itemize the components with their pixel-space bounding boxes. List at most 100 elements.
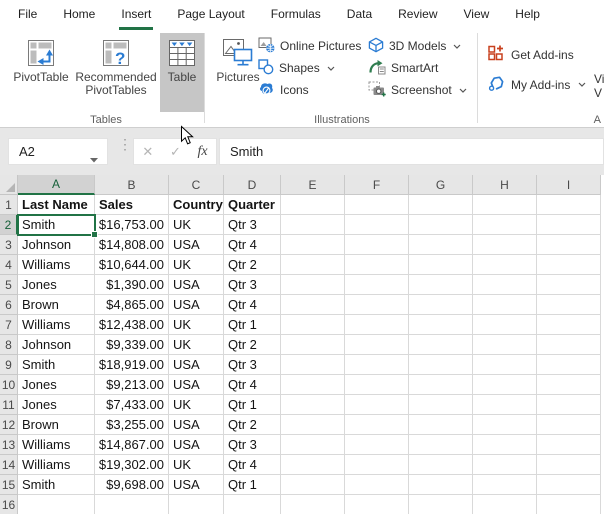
pictures-button[interactable]: Pictures [212, 33, 264, 112]
cell-D16[interactable] [224, 495, 281, 514]
cell-D9[interactable]: Qtr 3 [224, 355, 281, 375]
cell-D3[interactable]: Qtr 4 [224, 235, 281, 255]
cancel-icon[interactable]: ✕ [142, 144, 153, 160]
cell-G8[interactable] [409, 335, 473, 355]
row-header-13[interactable]: 13 [0, 435, 18, 455]
cell-E3[interactable] [281, 235, 345, 255]
cell-E14[interactable] [281, 455, 345, 475]
cell-C8[interactable]: UK [169, 335, 224, 355]
screenshot-button[interactable]: Screenshot [368, 80, 467, 100]
cell-I10[interactable] [537, 375, 601, 395]
cell-C10[interactable]: USA [169, 375, 224, 395]
cell-B7[interactable]: $12,438.00 [95, 315, 169, 335]
cell-B14[interactable]: $19,302.00 [95, 455, 169, 475]
recommended-pivottables-button[interactable]: ? Recommended PivotTables [72, 33, 160, 112]
tab-help[interactable]: Help [513, 0, 542, 30]
cell-H3[interactable] [473, 235, 537, 255]
cell-C5[interactable]: USA [169, 275, 224, 295]
cell-D14[interactable]: Qtr 4 [224, 455, 281, 475]
cell-I2[interactable] [537, 215, 601, 235]
cell-C4[interactable]: UK [169, 255, 224, 275]
cell-H15[interactable] [473, 475, 537, 495]
cell-I8[interactable] [537, 335, 601, 355]
cell-I3[interactable] [537, 235, 601, 255]
row-header-3[interactable]: 3 [0, 235, 18, 255]
column-header-C[interactable]: C [169, 175, 224, 195]
cell-D4[interactable]: Qtr 2 [224, 255, 281, 275]
cell-B9[interactable]: $18,919.00 [95, 355, 169, 375]
name-box[interactable]: A2 [8, 138, 108, 165]
cell-G12[interactable] [409, 415, 473, 435]
cell-D11[interactable]: Qtr 1 [224, 395, 281, 415]
row-header-11[interactable]: 11 [0, 395, 18, 415]
cell-A15[interactable]: Smith [18, 475, 95, 495]
cell-H2[interactable] [473, 215, 537, 235]
row-header-12[interactable]: 12 [0, 415, 18, 435]
cell-C15[interactable]: USA [169, 475, 224, 495]
cell-G11[interactable] [409, 395, 473, 415]
cell-D13[interactable]: Qtr 3 [224, 435, 281, 455]
tab-review[interactable]: Review [396, 0, 439, 30]
cell-E13[interactable] [281, 435, 345, 455]
cell-G14[interactable] [409, 455, 473, 475]
cell-E2[interactable] [281, 215, 345, 235]
cell-E8[interactable] [281, 335, 345, 355]
cell-G7[interactable] [409, 315, 473, 335]
cell-F6[interactable] [345, 295, 409, 315]
cell-E6[interactable] [281, 295, 345, 315]
cell-F13[interactable] [345, 435, 409, 455]
formula-input[interactable]: Smith [219, 138, 604, 165]
cell-F10[interactable] [345, 375, 409, 395]
cell-A9[interactable]: Smith [18, 355, 95, 375]
cell-B1[interactable]: Sales [95, 195, 169, 215]
cell-E11[interactable] [281, 395, 345, 415]
cell-C9[interactable]: USA [169, 355, 224, 375]
cell-H7[interactable] [473, 315, 537, 335]
cell-I9[interactable] [537, 355, 601, 375]
cell-A4[interactable]: Williams [18, 255, 95, 275]
row-header-14[interactable]: 14 [0, 455, 18, 475]
cell-H5[interactable] [473, 275, 537, 295]
cell-G3[interactable] [409, 235, 473, 255]
cell-C6[interactable]: USA [169, 295, 224, 315]
cell-H9[interactable] [473, 355, 537, 375]
cell-H8[interactable] [473, 335, 537, 355]
row-header-15[interactable]: 15 [0, 475, 18, 495]
row-header-1[interactable]: 1 [0, 195, 18, 215]
cell-I12[interactable] [537, 415, 601, 435]
cell-G10[interactable] [409, 375, 473, 395]
select-all-corner[interactable] [0, 175, 18, 195]
cell-I1[interactable] [537, 195, 601, 215]
pivottable-button[interactable]: PivotTable [8, 33, 74, 112]
shapes-button[interactable]: Shapes [258, 58, 361, 78]
cell-B15[interactable]: $9,698.00 [95, 475, 169, 495]
3d-models-button[interactable]: 3D Models [368, 36, 467, 56]
cell-B12[interactable]: $3,255.00 [95, 415, 169, 435]
cell-I4[interactable] [537, 255, 601, 275]
cell-F2[interactable] [345, 215, 409, 235]
cell-H6[interactable] [473, 295, 537, 315]
cell-B16[interactable] [95, 495, 169, 514]
tab-view[interactable]: View [462, 0, 492, 30]
row-header-5[interactable]: 5 [0, 275, 18, 295]
cell-E15[interactable] [281, 475, 345, 495]
cell-I13[interactable] [537, 435, 601, 455]
smartart-button[interactable]: SmartArt [368, 58, 467, 78]
cell-H14[interactable] [473, 455, 537, 475]
get-addins-button[interactable]: Get Add-ins [487, 44, 574, 65]
tab-data[interactable]: Data [345, 0, 374, 30]
cell-E5[interactable] [281, 275, 345, 295]
cell-G15[interactable] [409, 475, 473, 495]
cell-C3[interactable]: USA [169, 235, 224, 255]
insert-function-icon[interactable]: fx [198, 144, 208, 160]
cell-F16[interactable] [345, 495, 409, 514]
cell-I7[interactable] [537, 315, 601, 335]
cell-F3[interactable] [345, 235, 409, 255]
cell-H16[interactable] [473, 495, 537, 514]
cell-A1[interactable]: Last Name [18, 195, 95, 215]
cell-D2[interactable]: Qtr 3 [224, 215, 281, 235]
cell-I16[interactable] [537, 495, 601, 514]
cell-I6[interactable] [537, 295, 601, 315]
online-pictures-button[interactable]: Online Pictures [258, 36, 361, 56]
cell-A13[interactable]: Williams [18, 435, 95, 455]
